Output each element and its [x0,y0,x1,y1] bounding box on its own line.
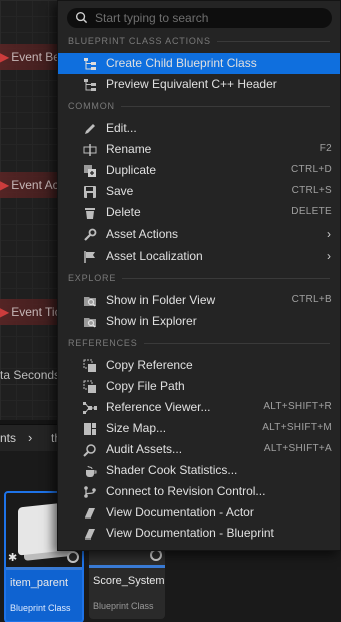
menu-item-label: Show in Folder View [106,293,216,307]
menu-item-label: Delete [106,205,141,219]
section-header-explore: EXPLORE [68,273,330,283]
menu-item-audit-assets[interactable]: Audit Assets... ALT+SHIFT+A [58,439,340,460]
asset-kind: Blueprint Class [93,601,154,611]
asset-kind: Blueprint Class [10,603,71,613]
rename-icon [83,144,97,156]
shortcut-label: ALT+SHIFT+R [263,401,332,412]
menu-item-label: Shader Cook Statistics... [106,463,238,477]
class-hierarchy-icon [84,79,96,91]
menu-item-label: Copy Reference [106,358,193,372]
shortcut-label: DELETE [291,206,332,217]
folder-search-icon [84,297,96,307]
menu-item-asset-localization[interactable]: Asset Localization › [58,246,340,267]
copy-icon [83,359,96,372]
menu-item-create-child-blueprint[interactable]: Create Child Blueprint Class [58,53,340,74]
context-menu: Start typing to search BLUEPRINT CLASS A… [57,0,341,551]
menu-item-label: Show in Explorer [106,314,197,328]
section-divider [143,343,330,344]
section-header-common: COMMON [68,101,330,111]
menu-item-asset-actions[interactable]: Asset Actions › [58,224,340,245]
shortcut-label: CTRL+S [291,185,332,196]
book-icon [85,508,95,519]
graph-icon [83,402,97,414]
menu-item-label: Size Map... [106,421,167,435]
breadcrumb-separator: › [28,430,33,445]
menu-item-preview-cpp-header[interactable]: Preview Equivalent C++ Header [58,74,340,95]
class-hierarchy-icon [84,58,96,70]
asset-type-bar [6,567,82,570]
menu-item-label: Create Child Blueprint Class [106,56,257,70]
search-placeholder: Start typing to search [95,11,209,25]
menu-item-view-documentation-blueprint[interactable]: View Documentation - Blueprint [58,523,340,544]
event-node-label: Event Ac [11,178,59,192]
menu-item-label: View Documentation - Actor [106,505,254,519]
shortcut-label: CTRL+B [291,294,332,305]
section-divider [216,41,330,42]
menu-item-rename[interactable]: Rename F2 [58,139,340,160]
duplicate-icon [84,165,96,177]
event-arrow-icon: ▶ [0,50,10,64]
asset-type-bar [89,565,165,568]
menu-item-label: Save [106,184,134,198]
revision-status-icon [67,551,79,563]
asset-name: Score_System [93,575,165,587]
asset-name: item_parent [10,577,69,589]
menu-item-connect-revision-control[interactable]: Connect to Revision Control... [58,481,340,502]
section-divider [120,106,330,107]
menu-item-reference-viewer[interactable]: Reference Viewer... ALT+SHIFT+R [58,397,340,418]
event-arrow-icon: ▶ [0,305,10,319]
pencil-icon [85,124,95,134]
search-icon [75,11,88,24]
save-icon [84,186,96,198]
copy-icon [83,380,96,393]
menu-item-label: Connect to Revision Control... [106,484,266,498]
section-header-blueprint: BLUEPRINT CLASS ACTIONS [68,36,330,46]
menu-item-label: Reference Viewer... [106,400,211,414]
audit-icon [83,444,96,457]
menu-item-size-map[interactable]: Size Map... ALT+SHIFT+M [58,418,340,439]
event-arrow-icon: ▶ [0,178,10,192]
breadcrumb-item[interactable]: nts [0,425,16,451]
menu-item-label: Edit... [106,121,137,135]
trash-icon [85,208,95,219]
menu-item-shader-cook-statistics[interactable]: Shader Cook Statistics... [58,460,340,481]
menu-item-label: Asset Actions [106,227,179,241]
shortcut-label: F2 [319,143,332,154]
shortcut-label: ALT+SHIFT+A [263,443,332,454]
shortcut-label: ALT+SHIFT+M [262,422,332,433]
menu-item-label: View Documentation - Blueprint [106,526,274,540]
menu-item-label: Duplicate [106,163,157,177]
menu-item-show-in-folder-view[interactable]: Show in Folder View CTRL+B [58,290,340,311]
teapot-icon [86,465,97,477]
menu-item-delete[interactable]: Delete DELETE [58,202,340,223]
book-icon [85,529,95,540]
menu-item-edit[interactable]: Edit... [58,118,340,139]
section-divider [122,278,330,279]
search-input[interactable]: Start typing to search [67,8,332,28]
menu-item-label: Rename [106,142,152,156]
shortcut-label: CTRL+D [291,164,332,175]
folder-search-icon [84,318,96,328]
flag-icon [84,251,95,263]
size-map-icon [84,423,96,435]
branch-icon [84,486,96,498]
submenu-arrow-icon: › [327,227,331,241]
menu-item-save[interactable]: Save CTRL+S [58,181,340,202]
menu-item-show-in-explorer[interactable]: Show in Explorer [58,311,340,332]
menu-item-label: Copy File Path [106,379,185,393]
menu-item-copy-reference[interactable]: Copy Reference [58,355,340,376]
section-header-references: REFERENCES [68,338,330,348]
event-node-label: Event Be [11,50,60,64]
star-icon: ✱ [8,552,18,564]
wrench-icon [84,228,97,241]
menu-item-label: Audit Assets... [106,442,183,456]
menu-item-label: Preview Equivalent C++ Header [106,77,277,91]
menu-item-duplicate[interactable]: Duplicate CTRL+D [58,160,340,181]
menu-item-copy-file-path[interactable]: Copy File Path [58,376,340,397]
submenu-arrow-icon: › [327,249,331,263]
menu-item-label: Asset Localization [106,249,203,263]
menu-item-view-documentation-actor[interactable]: View Documentation - Actor [58,502,340,523]
delta-seconds-pin: ta Seconds [0,368,61,382]
